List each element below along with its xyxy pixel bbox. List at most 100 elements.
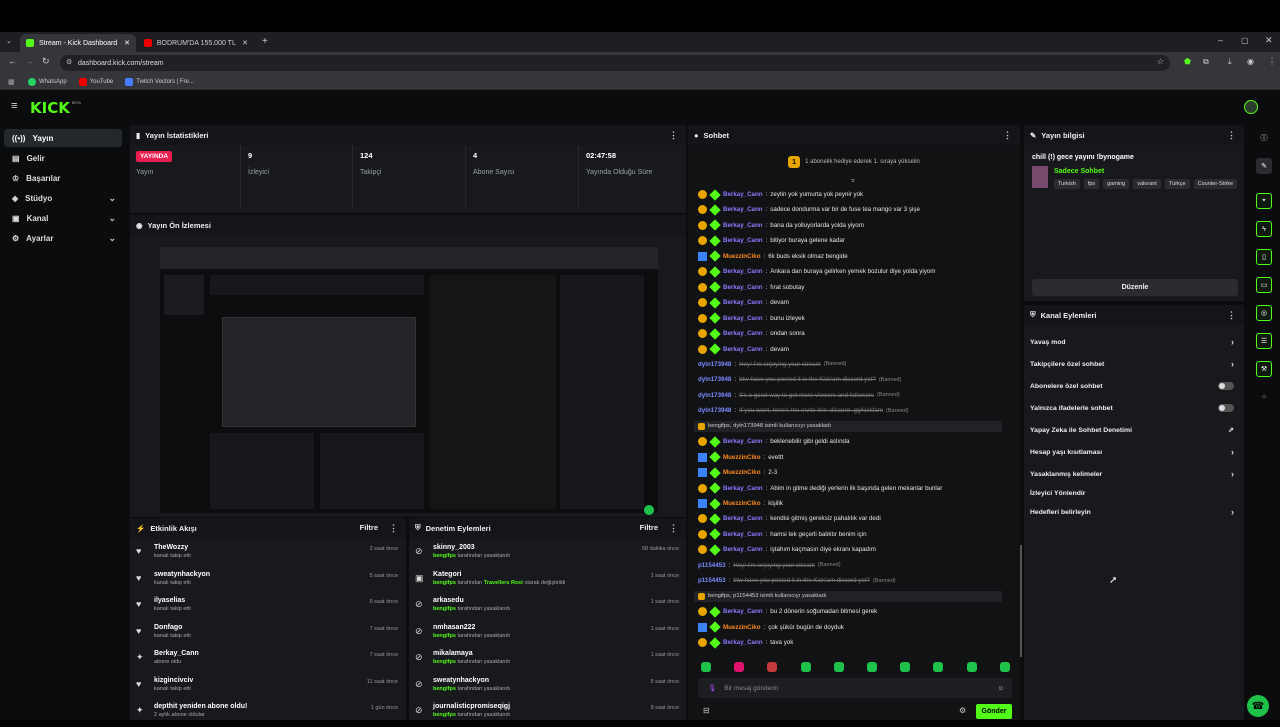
activity-name[interactable]: kizgincivciv: [154, 677, 193, 684]
chat-username[interactable]: Berkay_Cann: [723, 531, 763, 538]
emote-icon[interactable]: [966, 662, 977, 672]
extensions-icon[interactable]: ⧉: [1203, 57, 1209, 67]
moderator-name[interactable]: bengifps: [433, 633, 456, 639]
bookmark-twitch-vectors[interactable]: Twitch Vectors | Fre...: [125, 77, 194, 86]
chat-username[interactable]: dyln173948: [698, 361, 731, 368]
sidebar-item-kanal[interactable]: ▣ Kanal ⌄: [4, 209, 122, 227]
chat-gift-icon[interactable]: ⊟: [703, 706, 710, 715]
layers-icon[interactable]: ☰: [1256, 333, 1272, 349]
emote-icon[interactable]: [701, 662, 711, 672]
maximize-icon[interactable]: ▢: [1241, 36, 1249, 45]
extension-shield-icon[interactable]: ⬟: [1184, 57, 1191, 66]
emote-icon[interactable]: [833, 662, 844, 672]
more-options-icon[interactable]: ⋮: [1227, 130, 1236, 141]
moderation-target[interactable]: mikalamaya: [433, 650, 510, 657]
sub-gift-banner[interactable]: 1 1 abonelik hediye ederek 1. sıraya yük…: [688, 147, 1020, 177]
more-options-icon[interactable]: ⋮: [389, 523, 398, 534]
tab-youtube-video[interactable]: BODRUM'DA 155.000 TL HESA... ✕: [138, 34, 254, 52]
chat-username[interactable]: Berkay_Cann: [723, 268, 763, 275]
stream-video-preview[interactable]: [160, 247, 658, 515]
activity-name[interactable]: Berkay_Cann: [154, 650, 199, 657]
browser-menu-icon[interactable]: ⋮: [1268, 57, 1276, 66]
filter-button[interactable]: Filtre: [360, 523, 378, 532]
bookmark-star-icon[interactable]: ☆: [1157, 57, 1164, 66]
more-options-icon[interactable]: ⋮: [669, 130, 678, 141]
toggle-switch[interactable]: [1218, 382, 1234, 390]
window-close-icon[interactable]: ✕: [1265, 35, 1273, 46]
emoji-icon[interactable]: ☺: [997, 685, 1004, 692]
sidebar-item-ayarlar[interactable]: ⚙ Ayarlar ⌄: [4, 229, 122, 247]
sidebar-item-gelir[interactable]: ▤ Gelir: [4, 149, 122, 167]
downloads-icon[interactable]: ⤓: [1228, 57, 1232, 67]
more-options-icon[interactable]: ⋮: [1227, 310, 1236, 321]
more-options-icon[interactable]: ⋮: [669, 523, 678, 534]
toggle-switch[interactable]: [1218, 404, 1234, 412]
pencil-icon[interactable]: ✎: [1256, 158, 1272, 174]
moderation-target[interactable]: nmhasan222: [433, 624, 510, 631]
wrench-icon[interactable]: ⚒: [1256, 361, 1272, 377]
channel-action-item[interactable]: Hesap yaşı kısıtlaması ›: [1030, 442, 1236, 462]
moderation-target[interactable]: arkasedu: [433, 597, 510, 604]
sidebar-item-studyo[interactable]: ◈ Stüdyo ⌄: [4, 189, 122, 207]
help-chat-button[interactable]: ☎: [1247, 695, 1269, 717]
site-info-icon[interactable]: ⚙: [66, 58, 72, 66]
activity-name[interactable]: ilyaselias: [154, 597, 191, 604]
hamburger-menu-icon[interactable]: ≡: [11, 100, 17, 112]
chat-username[interactable]: Berkay_Cann: [723, 284, 763, 291]
crosshair-icon[interactable]: ⌖: [1256, 193, 1272, 209]
chat-username[interactable]: dyln173948: [698, 376, 731, 383]
page-icon[interactable]: ▯: [1256, 249, 1272, 265]
close-icon[interactable]: ✕: [242, 39, 248, 47]
channel-action-item[interactable]: Yalnızca ifadelerle sohbet: [1030, 398, 1236, 418]
chat-username[interactable]: p1154453: [698, 577, 726, 584]
tab-search-icon[interactable]: ⌄: [6, 37, 12, 45]
kick-logo[interactable]: KICK: [30, 99, 70, 117]
emote-icon[interactable]: [800, 662, 811, 672]
channel-action-item[interactable]: Yasaklanmış kelimeler ›: [1030, 464, 1236, 484]
chat-username[interactable]: MuezzinCiko: [723, 624, 760, 631]
chat-username[interactable]: Berkay_Cann: [723, 346, 763, 353]
chat-username[interactable]: Berkay_Cann: [723, 438, 763, 445]
moderator-name[interactable]: bengifps: [433, 553, 456, 559]
forward-icon[interactable]: →: [25, 56, 34, 66]
emote-icon[interactable]: [933, 662, 944, 672]
sidebar-item-basarilar[interactable]: ♔ Başarılar: [4, 169, 122, 187]
chat-username[interactable]: Berkay_Cann: [723, 191, 763, 198]
chat-username[interactable]: MuezzinCiko: [723, 253, 760, 260]
moderator-name[interactable]: bengifps: [433, 659, 456, 665]
channel-action-item[interactable]: Yapay Zeka ile Sohbet Denetimi ⇗: [1030, 420, 1236, 440]
channel-action-item[interactable]: Yavaş mod ›: [1030, 332, 1236, 352]
tab-kick-dashboard[interactable]: Stream - Kick Dashboard ✕: [20, 34, 136, 52]
moderator-name[interactable]: bengifps: [433, 580, 456, 586]
close-icon[interactable]: ✕: [124, 39, 130, 47]
url-input[interactable]: ⚙ dashboard.kick.com/stream ☆: [60, 55, 1170, 71]
emote-icon[interactable]: [734, 662, 745, 672]
activity-name[interactable]: sweatynhackyon: [154, 571, 210, 578]
edit-button[interactable]: Düzenle: [1032, 279, 1238, 296]
chat-username[interactable]: p1154453: [698, 562, 726, 569]
filter-button[interactable]: Filtre: [640, 523, 658, 532]
activity-name[interactable]: TheWozzy: [154, 544, 191, 551]
chat-icon[interactable]: ▭: [1256, 277, 1272, 293]
reload-icon[interactable]: ↻: [42, 56, 50, 67]
chat-username[interactable]: Berkay_Cann: [723, 206, 763, 213]
emote-icon[interactable]: [767, 662, 778, 672]
chat-username[interactable]: dyln173948: [698, 392, 731, 399]
back-icon[interactable]: ←: [8, 56, 17, 66]
chat-username[interactable]: MuezzinCiko: [723, 454, 760, 461]
avatar[interactable]: [1244, 100, 1258, 114]
broadcast-icon[interactable]: ◎: [1256, 305, 1272, 321]
send-button[interactable]: Gönder: [976, 704, 1012, 719]
apps-grid-icon[interactable]: ▦: [8, 78, 15, 86]
moderation-target[interactable]: journalisticpromiseqigj: [433, 703, 510, 710]
chat-username[interactable]: Berkay_Cann: [723, 222, 763, 229]
chat-scrollbar[interactable]: [1020, 545, 1022, 657]
chat-username[interactable]: Berkay_Cann: [723, 299, 763, 306]
chat-input[interactable]: 🎙 Bir mesaj gönderin ☺: [698, 678, 1012, 698]
channel-action-item[interactable]: Abonelere özel sohbet: [1030, 376, 1236, 396]
emote-icon[interactable]: [999, 662, 1010, 672]
new-tab-icon[interactable]: +: [262, 36, 268, 47]
chat-username[interactable]: Berkay_Cann: [723, 330, 763, 337]
bookmark-whatsapp[interactable]: WhatsApp: [28, 77, 67, 86]
minimize-icon[interactable]: –: [1218, 35, 1223, 45]
